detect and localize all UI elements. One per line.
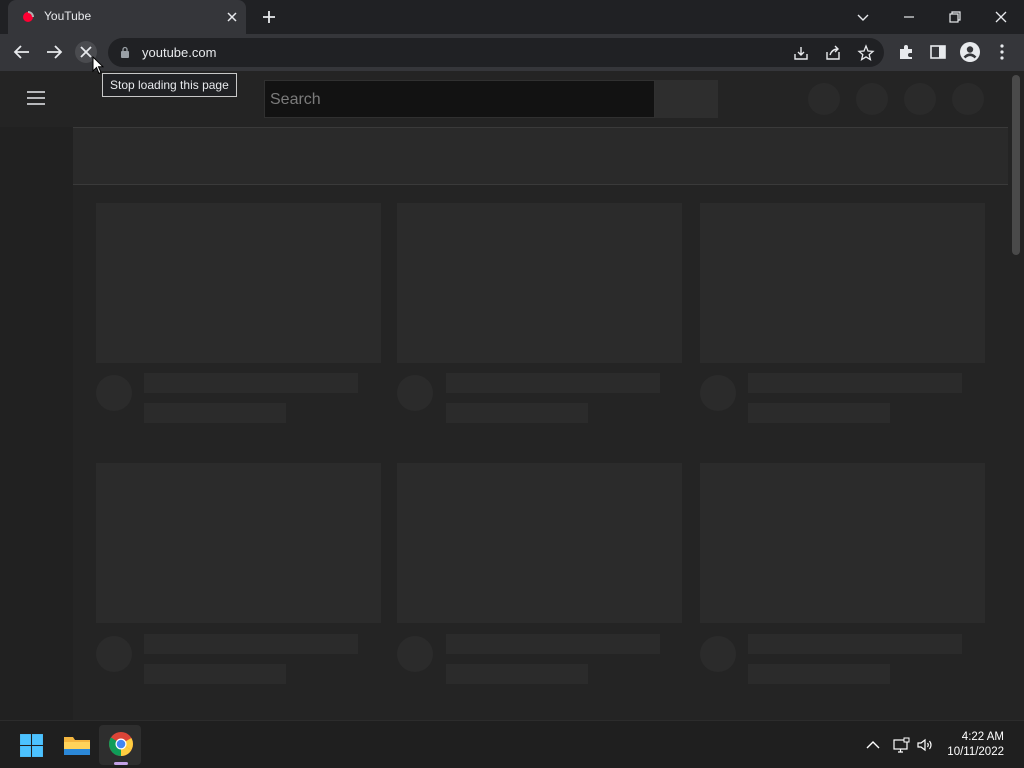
video-thumbnail-placeholder[interactable] — [397, 203, 682, 363]
url-text: youtube.com — [142, 45, 217, 60]
header-icon-placeholder[interactable] — [904, 83, 936, 115]
title-line-placeholder — [748, 634, 962, 654]
channel-avatar-placeholder — [96, 375, 132, 411]
chip-bar-placeholder — [73, 127, 1008, 185]
channel-avatar-placeholder — [397, 375, 433, 411]
share-icon[interactable] — [824, 44, 842, 62]
browser-toolbar: youtube.com — [0, 34, 1024, 71]
extensions-puzzle-icon[interactable] — [895, 41, 917, 63]
restore-icon[interactable] — [944, 6, 966, 28]
hamburger-menu-icon[interactable] — [26, 90, 46, 106]
system-clock[interactable]: 4:22 AM 10/11/2022 — [947, 730, 1004, 760]
title-line-placeholder — [446, 373, 660, 393]
search-placeholder: Search — [270, 91, 321, 108]
close-window-icon[interactable] — [990, 6, 1012, 28]
side-panel-icon[interactable] — [927, 41, 949, 63]
mouse-cursor-icon — [92, 56, 104, 75]
clock-time: 4:22 AM — [961, 731, 1004, 743]
more-menu-icon[interactable] — [991, 41, 1013, 63]
video-thumbnail-placeholder[interactable] — [397, 463, 682, 623]
search-button[interactable] — [655, 80, 718, 118]
running-app-indicator — [114, 762, 128, 765]
tab-search-chevron-icon[interactable] — [852, 6, 874, 28]
close-tab-icon[interactable] — [224, 9, 240, 25]
video-thumbnail-placeholder[interactable] — [700, 463, 985, 623]
title-line-placeholder — [446, 634, 660, 654]
lock-icon[interactable] — [120, 46, 130, 58]
title-line-placeholder — [144, 634, 358, 654]
meta-line-placeholder — [446, 664, 588, 684]
minimize-icon[interactable] — [898, 6, 920, 28]
bookmark-star-icon[interactable] — [857, 44, 875, 62]
show-hidden-icons-chevron-icon[interactable] — [864, 736, 882, 754]
channel-avatar-placeholder — [96, 636, 132, 672]
search-input[interactable]: Search — [264, 80, 655, 118]
address-bar[interactable]: youtube.com — [108, 38, 884, 67]
tab-youtube[interactable]: YouTube — [8, 0, 246, 34]
file-explorer-icon[interactable] — [63, 733, 91, 757]
video-thumbnail-placeholder[interactable] — [96, 463, 381, 623]
back-arrow-icon[interactable] — [11, 41, 33, 63]
header-icon-placeholder[interactable] — [952, 83, 984, 115]
channel-avatar-placeholder — [700, 636, 736, 672]
channel-avatar-placeholder — [700, 375, 736, 411]
chrome-icon[interactable] — [108, 731, 134, 757]
stop-loading-tooltip: Stop loading this page — [102, 73, 237, 97]
new-tab-icon[interactable] — [260, 8, 278, 26]
volume-speaker-icon[interactable] — [916, 736, 934, 754]
meta-line-placeholder — [748, 664, 890, 684]
meta-line-placeholder — [144, 664, 286, 684]
title-line-placeholder — [144, 373, 358, 393]
title-line-placeholder — [748, 373, 962, 393]
header-icon-placeholder[interactable] — [856, 83, 888, 115]
left-guide-rail — [0, 127, 73, 720]
video-thumbnail-placeholder[interactable] — [700, 203, 985, 363]
install-app-icon[interactable] — [792, 44, 810, 62]
title-bar: YouTube — [0, 0, 1024, 34]
meta-line-placeholder — [446, 403, 588, 423]
forward-arrow-icon[interactable] — [43, 41, 65, 63]
header-icon-placeholder[interactable] — [808, 83, 840, 115]
windows-taskbar: 4:22 AM 10/11/2022 — [0, 720, 1024, 768]
clock-date: 10/11/2022 — [947, 746, 1004, 758]
youtube-page: Search — [0, 71, 1024, 720]
page-scrollbar[interactable] — [1008, 71, 1024, 720]
scrollbar-thumb[interactable] — [1012, 75, 1020, 255]
meta-line-placeholder — [144, 403, 286, 423]
network-icon[interactable] — [892, 736, 910, 754]
tab-title: YouTube — [44, 9, 92, 23]
channel-avatar-placeholder — [397, 636, 433, 672]
youtube-favicon-icon — [23, 11, 34, 22]
windows-start-icon[interactable] — [19, 733, 44, 758]
profile-avatar-icon[interactable] — [959, 41, 981, 63]
meta-line-placeholder — [748, 403, 890, 423]
video-thumbnail-placeholder[interactable] — [96, 203, 381, 363]
